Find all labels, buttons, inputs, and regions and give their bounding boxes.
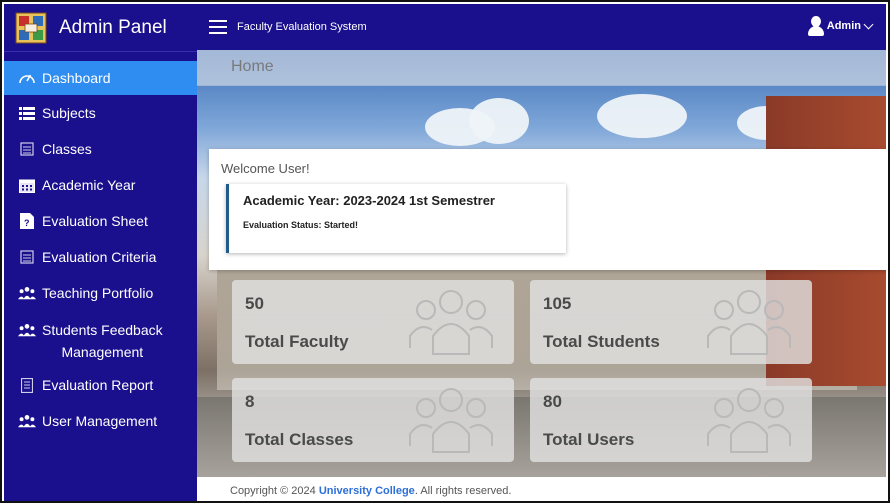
sidebar-item-label: Teaching Portfolio bbox=[42, 285, 154, 301]
copyright-text: Copyright © 2024 University College. All… bbox=[230, 485, 511, 497]
system-title: Faculty Evaluation System bbox=[237, 21, 367, 33]
brand-title: Admin Panel bbox=[59, 16, 167, 38]
sidebar-item-user-management[interactable]: User Management bbox=[4, 403, 197, 439]
sidebar-item-label: Dashboard bbox=[42, 70, 111, 86]
footer: Copyright © 2024 University College. All… bbox=[197, 477, 886, 501]
stat-label: Total Classes bbox=[245, 430, 354, 449]
sidebar-item-label: Evaluation Report bbox=[42, 377, 154, 393]
stat-card-total-faculty[interactable]: 50 Total Faculty bbox=[232, 280, 514, 364]
sidebar-item-label: Academic Year bbox=[42, 177, 136, 193]
college-logo bbox=[15, 12, 47, 44]
copyright-prefix: Copyright © 2024 bbox=[230, 485, 319, 497]
welcome-panel: Welcome User! Academic Year: 2023-2024 1… bbox=[209, 149, 886, 270]
sidebar-item-label: Classes bbox=[42, 141, 92, 157]
sidebar-item-evaluation-sheet[interactable]: ? Evaluation Sheet bbox=[4, 203, 197, 239]
stat-card-total-students[interactable]: 105 Total Students bbox=[530, 280, 812, 364]
stat-label: Total Users bbox=[543, 430, 635, 449]
user-menu[interactable]: Admin bbox=[807, 16, 874, 36]
sidebar: Admin Panel Dashboard Subjects Classes A… bbox=[4, 4, 197, 501]
chevron-down-icon bbox=[863, 19, 874, 29]
users-group-icon bbox=[409, 388, 493, 453]
sidebar-item-label: User Management bbox=[42, 413, 158, 429]
stat-card-total-classes[interactable]: 8 Total Classes bbox=[232, 378, 514, 462]
group-icon bbox=[18, 322, 36, 338]
users-group-icon bbox=[707, 388, 791, 453]
background-cloud bbox=[597, 94, 687, 138]
page-title: Home bbox=[231, 58, 274, 75]
dashboard-icon bbox=[18, 70, 36, 86]
sidebar-item-label: Students Feedback Management bbox=[42, 319, 163, 363]
app-window: Admin Panel Dashboard Subjects Classes A… bbox=[0, 0, 890, 503]
menu-toggle-icon[interactable] bbox=[209, 20, 227, 34]
sidebar-item-label: Subjects bbox=[42, 105, 96, 121]
criteria-icon bbox=[18, 249, 36, 265]
academic-year-card: Academic Year: 2023-2024 1st Semestrer E… bbox=[226, 184, 566, 253]
page-header: Home bbox=[197, 50, 886, 86]
stat-value: 80 bbox=[543, 392, 562, 411]
sidebar-item-teaching-portfolio[interactable]: Teaching Portfolio bbox=[4, 275, 197, 311]
brand[interactable]: Admin Panel bbox=[4, 4, 197, 52]
classes-icon bbox=[18, 141, 36, 157]
sidebar-item-label: Evaluation Sheet bbox=[42, 213, 148, 229]
question-sheet-icon: ? bbox=[18, 213, 36, 229]
sidebar-nav: Dashboard Subjects Classes Academic Year bbox=[4, 61, 197, 439]
sidebar-item-label-line1: Students Feedback bbox=[42, 322, 163, 338]
college-link[interactable]: University College bbox=[319, 485, 415, 497]
stat-label: Total Students bbox=[543, 332, 660, 351]
calendar-icon bbox=[18, 177, 36, 193]
stat-value: 105 bbox=[543, 294, 572, 313]
main-content: Home Welcome User! Academic Year: 2023-2… bbox=[197, 50, 886, 477]
group-icon bbox=[18, 285, 36, 301]
sidebar-item-evaluation-criteria[interactable]: Evaluation Criteria bbox=[4, 239, 197, 275]
academic-year-title: Academic Year: 2023-2024 1st Semestrer bbox=[243, 193, 495, 208]
sidebar-item-label: Evaluation Criteria bbox=[42, 249, 157, 265]
sidebar-item-classes[interactable]: Classes bbox=[4, 131, 197, 167]
stat-value: 8 bbox=[245, 392, 255, 411]
copyright-suffix: . All rights reserved. bbox=[414, 485, 512, 497]
report-icon bbox=[18, 377, 36, 393]
user-name: Admin bbox=[826, 20, 861, 32]
stat-value: 50 bbox=[245, 294, 264, 313]
sidebar-item-subjects[interactable]: Subjects bbox=[4, 95, 197, 131]
group-icon bbox=[18, 413, 36, 429]
stat-label: Total Faculty bbox=[245, 332, 349, 351]
evaluation-status: Evaluation Status: Started! bbox=[243, 220, 359, 230]
topbar: Faculty Evaluation System Admin bbox=[197, 4, 886, 50]
users-group-icon bbox=[707, 290, 791, 355]
stat-card-total-users[interactable]: 80 Total Users bbox=[530, 378, 812, 462]
sidebar-item-students-feedback[interactable]: Students Feedback Management bbox=[4, 311, 197, 367]
user-icon bbox=[807, 16, 824, 36]
sidebar-item-evaluation-report[interactable]: Evaluation Report bbox=[4, 367, 197, 403]
background-cloud bbox=[469, 98, 529, 144]
sidebar-item-label-line2: Management bbox=[61, 344, 144, 360]
users-group-icon bbox=[409, 290, 493, 355]
welcome-text: Welcome User! bbox=[221, 161, 310, 176]
list-icon bbox=[18, 105, 36, 121]
sidebar-item-academic-year[interactable]: Academic Year bbox=[4, 167, 197, 203]
sidebar-item-dashboard[interactable]: Dashboard bbox=[4, 61, 197, 95]
svg-text:?: ? bbox=[24, 218, 30, 228]
